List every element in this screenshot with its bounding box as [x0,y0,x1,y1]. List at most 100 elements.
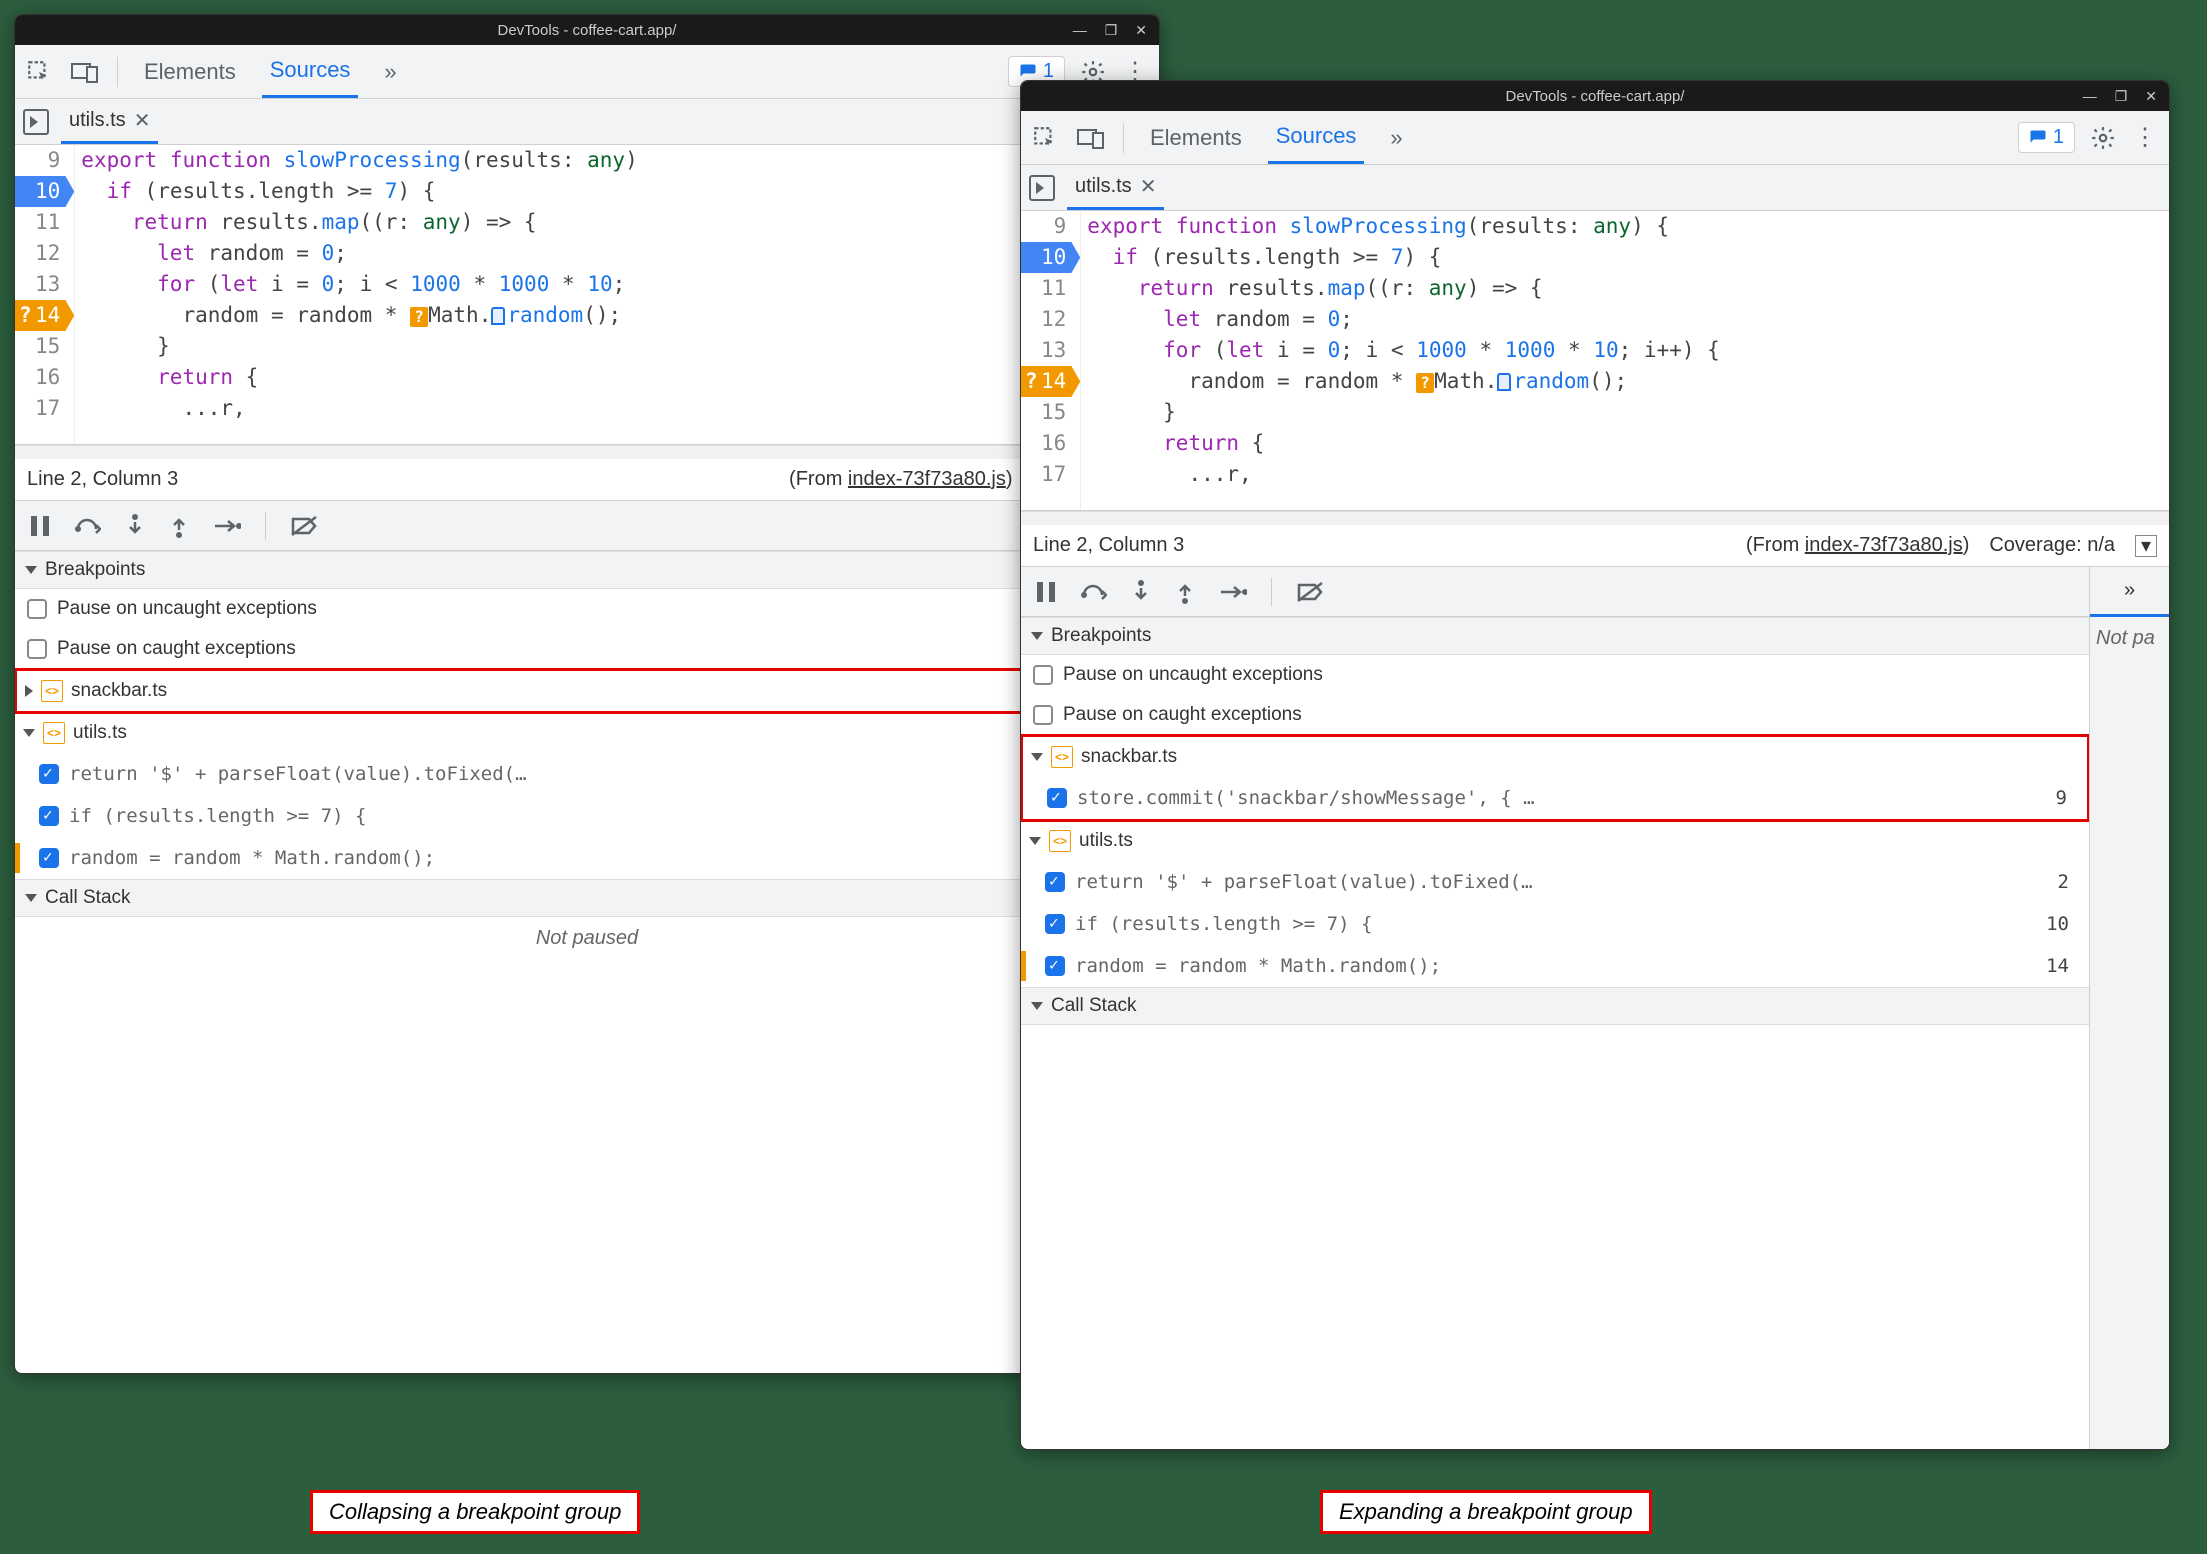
titlebar: DevTools - coffee-cart.app/ — ❐ ✕ [1021,81,2169,111]
horizontal-scrollbar[interactable] [15,445,1159,459]
breakpoint-entry[interactable]: store.commit('snackbar/showMessage', { …… [1023,777,2087,819]
device-toggle-icon[interactable] [71,58,99,86]
checkbox-checked[interactable] [39,806,59,826]
main-toolbar: Elements Sources » 1 ⋮ [15,45,1159,99]
navigator-toggle-icon[interactable] [23,109,49,135]
pause-caught-row[interactable]: Pause on caught exceptions [15,629,1159,669]
close-tab-icon[interactable]: ✕ [134,108,151,133]
breakpoints-section-header[interactable]: Breakpoints [1021,617,2089,655]
breakpoint-group-header[interactable]: <> snackbar.ts [1023,737,2087,777]
settings-icon[interactable] [2089,124,2117,152]
chevron-right-icon [25,685,33,697]
breakpoints-section-header[interactable]: Breakpoints [15,551,1159,589]
checkbox-checked[interactable] [1045,956,1065,976]
inspect-icon[interactable] [25,58,53,86]
checkbox-unchecked[interactable] [27,599,47,619]
step-out-icon[interactable] [169,514,189,538]
ts-file-icon: <> [1051,746,1073,768]
step-icon[interactable] [213,516,241,536]
maximize-button[interactable]: ❐ [2111,88,2132,105]
breakpoint-entry[interactable]: return '$' + parseFloat(value).toFixed(…… [15,753,1159,795]
chevron-down-icon [1031,632,1043,640]
not-paused-short: Not pa [2090,617,2169,660]
window-title: DevTools - coffee-cart.app/ [1506,88,1685,105]
breakpoint-entry[interactable]: random = random * Math.random(); 14 [15,837,1159,879]
callstack-section-header[interactable]: Call Stack [15,879,1159,917]
code-editor[interactable]: 9 10 11 12 13 14 15 16 17 export functio… [1021,211,2169,511]
source-map-info[interactable]: (From index-73f73a80.js) [789,468,1012,491]
cursor-position: Line 2, Column 3 [1033,534,1184,557]
step-into-icon[interactable] [125,514,145,538]
pause-uncaught-row[interactable]: Pause on uncaught exceptions [1021,655,2089,695]
checkbox-unchecked[interactable] [1033,705,1053,725]
pause-icon[interactable] [29,514,51,538]
breakpoint-entry[interactable]: random = random * Math.random(); 14 [1021,945,2089,987]
conditional-marker [14,843,20,873]
editor-status-bar: Line 2, Column 3 (From index-73f73a80.js… [1021,525,2169,567]
window-controls: — ❐ ✕ [1069,15,1151,45]
window-controls: — ❐ ✕ [2079,81,2161,111]
close-button[interactable]: ✕ [2141,88,2161,105]
tab-sources[interactable]: Sources [1268,111,1365,164]
device-toggle-icon[interactable] [1077,124,1105,152]
code-content[interactable]: export function slowProcessing(results: … [75,145,1159,444]
pause-icon[interactable] [1035,580,1057,604]
callstack-section-header[interactable]: Call Stack [1021,987,2089,1025]
file-tab-utils[interactable]: utils.ts ✕ [61,99,158,144]
tab-sources[interactable]: Sources [262,45,359,98]
deactivate-breakpoints-icon[interactable] [1296,581,1326,603]
code-content[interactable]: export function slowProcessing(results: … [1081,211,2169,510]
breakpoint-entry[interactable]: if (results.length >= 7) { 10 [15,795,1159,837]
line-gutter[interactable]: 9 10 11 12 13 14 15 16 17 [15,145,75,444]
checkbox-checked[interactable] [39,764,59,784]
pause-uncaught-row[interactable]: Pause on uncaught exceptions [15,589,1159,629]
breakpoint-entry[interactable]: if (results.length >= 7) { 10 [1021,903,2089,945]
checkbox-checked[interactable] [1047,788,1067,808]
window-title: DevTools - coffee-cart.app/ [498,22,677,39]
more-tabs-icon[interactable]: » [376,58,404,86]
file-tab-utils[interactable]: utils.ts ✕ [1067,165,1164,210]
close-button[interactable]: ✕ [1131,22,1151,39]
horizontal-scrollbar[interactable] [1021,511,2169,525]
step-out-icon[interactable] [1175,580,1195,604]
tab-elements[interactable]: Elements [1142,111,1250,164]
collapse-icon[interactable]: ▾ [2135,535,2157,557]
breakpoints-list: Pause on uncaught exceptions Pause on ca… [15,589,1159,879]
checkbox-checked[interactable] [1045,914,1065,934]
checkbox-checked[interactable] [39,848,59,868]
file-tab-bar: utils.ts ✕ [15,99,1159,145]
checkbox-checked[interactable] [1045,872,1065,892]
close-tab-icon[interactable]: ✕ [1140,174,1157,199]
issues-badge[interactable]: 1 [2018,122,2075,153]
more-panels-icon[interactable]: » [2090,567,2169,617]
step-over-icon[interactable] [1081,581,1107,603]
tab-elements[interactable]: Elements [136,45,244,98]
minimize-button[interactable]: — [1069,22,1091,38]
pause-caught-row[interactable]: Pause on caught exceptions [1021,695,2089,735]
breakpoint-entry[interactable]: return '$' + parseFloat(value).toFixed(…… [1021,861,2089,903]
checkbox-unchecked[interactable] [27,639,47,659]
caption-left: Collapsing a breakpoint group [310,1490,640,1534]
minimize-button[interactable]: — [2079,88,2101,104]
navigator-toggle-icon[interactable] [1029,175,1055,201]
step-into-icon[interactable] [1131,580,1151,604]
breakpoint-group-utils[interactable]: <> utils.ts [1021,821,2089,861]
checkbox-unchecked[interactable] [1033,665,1053,685]
line-gutter[interactable]: 9 10 11 12 13 14 15 16 17 [1021,211,1081,510]
breakpoint-group-utils[interactable]: <> utils.ts [15,713,1159,753]
deactivate-breakpoints-icon[interactable] [290,515,320,537]
inspect-icon[interactable] [1031,124,1059,152]
maximize-button[interactable]: ❐ [1101,22,1122,39]
chevron-down-icon [25,894,37,902]
devtools-window-right: DevTools - coffee-cart.app/ — ❐ ✕ Elemen… [1020,80,2170,1450]
source-map-info[interactable]: (From index-73f73a80.js) [1746,534,1969,557]
step-icon[interactable] [1219,582,1247,602]
breakpoint-group-snackbar-collapsed[interactable]: <> snackbar.ts [17,671,1157,711]
step-over-icon[interactable] [75,515,101,537]
not-paused-label: Not paused [15,917,1159,960]
devtools-window-left: DevTools - coffee-cart.app/ — ❐ ✕ Elemen… [14,14,1160,1374]
chevron-down-icon [25,566,37,574]
code-editor[interactable]: 9 10 11 12 13 14 15 16 17 export functio… [15,145,1159,445]
kebab-menu-icon[interactable]: ⋮ [2131,124,2159,152]
more-tabs-icon[interactable]: » [1382,124,1410,152]
